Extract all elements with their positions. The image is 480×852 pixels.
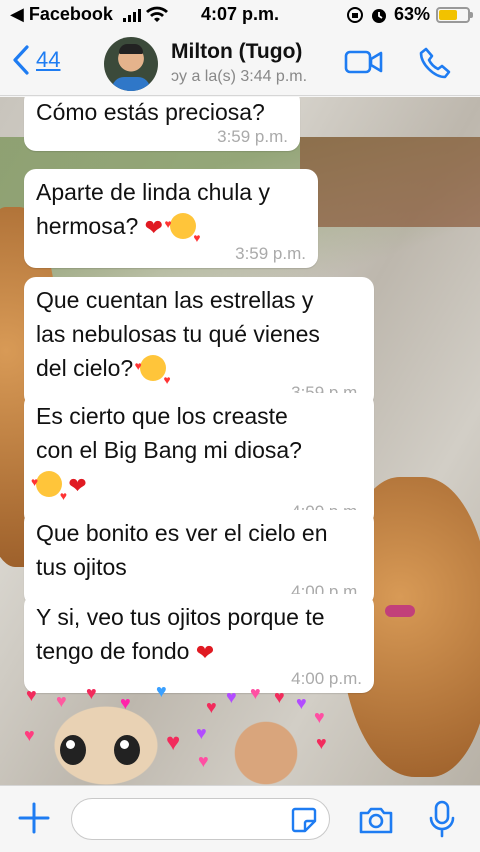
rotation-lock-icon (346, 6, 363, 23)
message-bubble[interactable]: Cómo estás preciosa? 3:59 p.m. (24, 97, 300, 151)
status-right: 63% (346, 4, 473, 25)
chat-area[interactable]: Cómo estás preciosa? 3:59 p.m. Aparte de… (0, 97, 480, 785)
alarm-icon (371, 8, 386, 23)
chevron-left-icon (13, 45, 29, 75)
message-text: tengo de fondo (36, 638, 190, 664)
message-text: Es cierto que los creaste (36, 403, 288, 429)
last-seen: ɔy a la(s) 3:44 p.m. (171, 68, 308, 85)
contact-name[interactable]: Milton (Tugo) (171, 40, 302, 64)
avatar[interactable] (104, 37, 158, 91)
message-time: 3:59 p.m. (235, 244, 306, 263)
video-camera-icon (344, 50, 383, 74)
message-text: con el Big Bang mi diosa? (36, 437, 302, 463)
plus-icon (18, 802, 50, 834)
status-bar: ◀ Facebook 4:07 p.m. 63% (0, 0, 480, 30)
baby-sticker[interactable]: ♥ ♥ ♥ ♥ ♥ ♥ ♥ ♥ ♥ (196, 683, 336, 785)
message-bubble[interactable]: Que bonito es ver el cielo en tus ojitos… (24, 510, 374, 606)
cat-sticker[interactable]: ♥ ♥ ♥ ♥ ♥ ♥ ♥ (24, 681, 186, 785)
heart-emoji-icon: ❤ (195, 641, 215, 666)
video-call-button[interactable] (344, 46, 384, 83)
message-text: del cielo? (36, 355, 134, 381)
sticker-icon (291, 807, 317, 833)
smiling-face-with-hearts-emoji-icon (31, 465, 67, 513)
message-text: Cómo estás preciosa? (36, 99, 265, 125)
message-text: tus ojitos (36, 554, 127, 580)
camera-icon (359, 807, 393, 834)
smiling-face-with-hearts-emoji-icon (165, 207, 201, 255)
unread-count: 44 (36, 47, 61, 72)
message-bubble[interactable]: Y si, veo tus ojitos porque te tengo de … (24, 594, 374, 693)
sticker-button[interactable] (291, 807, 317, 838)
chat-header: 44 Milton (Tugo) ɔy a la(s) 3:44 p.m. (0, 30, 480, 96)
back-button[interactable]: 44 (12, 44, 60, 76)
heart-emoji-icon: ❤ (68, 474, 87, 499)
battery-icon (436, 6, 473, 23)
voice-call-button[interactable] (418, 46, 452, 85)
message-time: 3:59 p.m. (217, 127, 288, 146)
message-bubble[interactable]: Que cuentan las estrellas y las nebulosa… (24, 277, 374, 407)
message-text: las nebulosas tu qué vienes (36, 321, 320, 347)
input-bar (0, 785, 480, 852)
message-text: Aparte de linda chula y (36, 179, 270, 205)
camera-button[interactable] (358, 805, 394, 840)
microphone-icon (429, 800, 455, 838)
message-text: hermosa? (36, 213, 139, 239)
wallpaper-wall (300, 137, 480, 227)
microphone-button[interactable] (429, 800, 455, 843)
battery-percent: 63% (393, 4, 430, 24)
wallpaper-collar (385, 605, 415, 617)
attach-button[interactable] (17, 801, 51, 840)
message-time: 4:00 p.m. (291, 669, 362, 688)
message-text: Que cuentan las estrellas y (36, 287, 314, 313)
heart-emoji-icon: ❤ (144, 216, 164, 241)
phone-icon (419, 47, 451, 79)
message-text: Que bonito es ver el cielo en (36, 520, 328, 546)
smiling-face-with-hearts-emoji-icon (135, 349, 171, 397)
message-bubble[interactable]: Aparte de linda chula y hermosa? ❤ 3:59 … (24, 169, 318, 268)
message-bubble[interactable]: Es cierto que los creaste con el Big Ban… (24, 393, 374, 526)
message-text: Y si, veo tus ojitos porque te (36, 604, 325, 630)
